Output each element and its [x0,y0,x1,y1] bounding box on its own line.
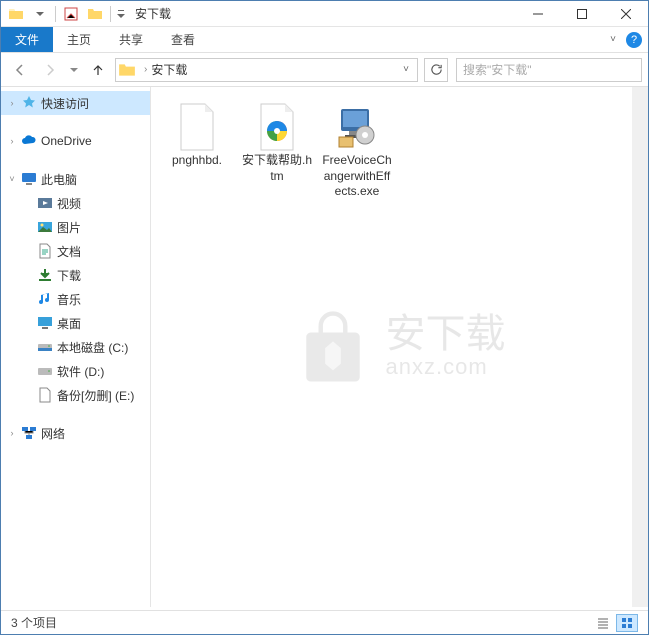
sidebar-item-pictures[interactable]: 图片 [1,215,150,239]
expand-ribbon-icon[interactable]: ˅ [604,34,622,45]
file-name: FreeVoiceChangerwithEffects.exe [321,153,393,200]
sidebar-item-documents[interactable]: 文档 [1,239,150,263]
sidebar-item-network[interactable]: › 网络 [1,421,150,445]
tree-label: 此电脑 [41,171,77,188]
network-icon [21,425,37,441]
window-controls [516,1,648,27]
file-item[interactable]: FreeVoiceChangerwithEffects.exe [319,99,395,204]
tree-label: 网络 [41,425,65,442]
help-icon[interactable]: ? [626,32,642,48]
pictures-icon [37,219,53,235]
tab-file[interactable]: 文件 [1,27,53,52]
documents-icon [37,243,53,259]
chevron-right-icon[interactable]: › [140,64,151,75]
tree-label: 下载 [57,267,81,284]
cloud-icon [21,133,37,149]
file-grid: pnghhbd. 安下载帮助.htm FreeVoiceChangerwithE… [159,99,640,204]
tree-label: 本地磁盘 (C:) [57,339,128,356]
details-view-button[interactable] [592,614,614,632]
sidebar-item-this-pc[interactable]: ˅ 此电脑 [1,167,150,191]
sidebar-item-drive-c[interactable]: 本地磁盘 (C:) [1,335,150,359]
chevron-right-icon[interactable]: › [7,98,17,108]
close-button[interactable] [604,1,648,27]
file-item[interactable]: pnghhbd. [159,99,235,204]
file-item[interactable]: 安下载帮助.htm [239,99,315,204]
tree-label: 图片 [57,219,81,236]
content-area: › 快速访问 › OneDrive ˅ 此电脑 视频 图片 [1,87,648,607]
watermark: 安下载 anxz.com [294,308,506,386]
sidebar-item-drive-d[interactable]: 软件 (D:) [1,359,150,383]
chevron-down-icon[interactable]: ˅ [7,174,17,184]
navigation-bar: › 安下载 ˅ [1,53,648,87]
file-name: pnghhbd. [172,153,222,169]
sidebar-item-videos[interactable]: 视频 [1,191,150,215]
back-button[interactable] [7,57,33,83]
separator [110,6,111,22]
tree-label: 备份[勿删] (E:) [57,387,134,404]
address-dropdown-icon[interactable]: ˅ [397,64,415,75]
htm-file-icon [253,103,301,151]
tree-label: 快速访问 [41,95,89,112]
exe-file-icon [333,103,381,151]
window-title: 安下载 [135,5,171,22]
chevron-right-icon[interactable]: › [7,428,17,438]
tree-label: OneDrive [41,134,92,148]
music-icon [37,291,53,307]
file-list-pane[interactable]: 安下载 anxz.com pnghhbd. 安下载帮助.htm [151,87,648,607]
tree-label: 文档 [57,243,81,260]
maximize-button[interactable] [560,1,604,27]
bag-icon [294,308,372,386]
refresh-button[interactable] [424,58,448,82]
forward-button[interactable] [37,57,63,83]
tab-view[interactable]: 查看 [157,27,209,52]
qat-dropdown-icon[interactable] [29,3,51,25]
drive-icon [37,339,53,355]
scrollbar[interactable] [632,87,648,607]
search-input[interactable] [463,63,635,77]
watermark-en: anxz.com [386,354,506,380]
address-bar[interactable]: › 安下载 ˅ [115,58,418,82]
videos-icon [37,195,53,211]
tree-label: 软件 (D:) [57,363,104,380]
file-name: 安下载帮助.htm [241,153,313,184]
up-button[interactable] [85,57,111,83]
downloads-icon [37,267,53,283]
sidebar-item-onedrive[interactable]: › OneDrive [1,129,150,153]
tree-label: 视频 [57,195,81,212]
star-icon [21,95,37,111]
sidebar-item-quick-access[interactable]: › 快速访问 [1,91,150,115]
chevron-right-icon[interactable]: › [7,136,17,146]
sidebar-item-downloads[interactable]: 下载 [1,263,150,287]
address-segment[interactable]: 安下载 [151,61,187,78]
drive-icon [37,387,53,403]
drive-icon [37,363,53,379]
tree-label: 音乐 [57,291,81,308]
sidebar-item-music[interactable]: 音乐 [1,287,150,311]
folder-icon [118,61,136,79]
tree-label: 桌面 [57,315,81,332]
separator [55,6,56,22]
search-box[interactable] [456,58,642,82]
navigation-pane[interactable]: › 快速访问 › OneDrive ˅ 此电脑 视频 图片 [1,87,151,607]
folder-icon[interactable] [5,3,27,25]
properties-icon[interactable] [60,3,82,25]
icons-view-button[interactable] [616,614,638,632]
ribbon-tabs: 文件 主页 共享 查看 ˅ ? [1,27,648,53]
watermark-cn: 安下载 [386,314,506,354]
qat-dropdown-icon[interactable] [115,3,127,25]
status-bar: 3 个项目 [1,610,648,634]
monitor-icon [21,171,37,187]
recent-dropdown-icon[interactable] [67,57,81,83]
quick-access-toolbar [1,3,127,25]
tab-home[interactable]: 主页 [53,27,105,52]
blank-file-icon [173,103,221,151]
sidebar-item-drive-e[interactable]: 备份[勿删] (E:) [1,383,150,407]
desktop-icon [37,315,53,331]
sidebar-item-desktop[interactable]: 桌面 [1,311,150,335]
status-text: 3 个项目 [11,614,57,631]
tab-share[interactable]: 共享 [105,27,157,52]
title-bar: 安下载 [1,1,648,27]
folder-icon[interactable] [84,3,106,25]
minimize-button[interactable] [516,1,560,27]
